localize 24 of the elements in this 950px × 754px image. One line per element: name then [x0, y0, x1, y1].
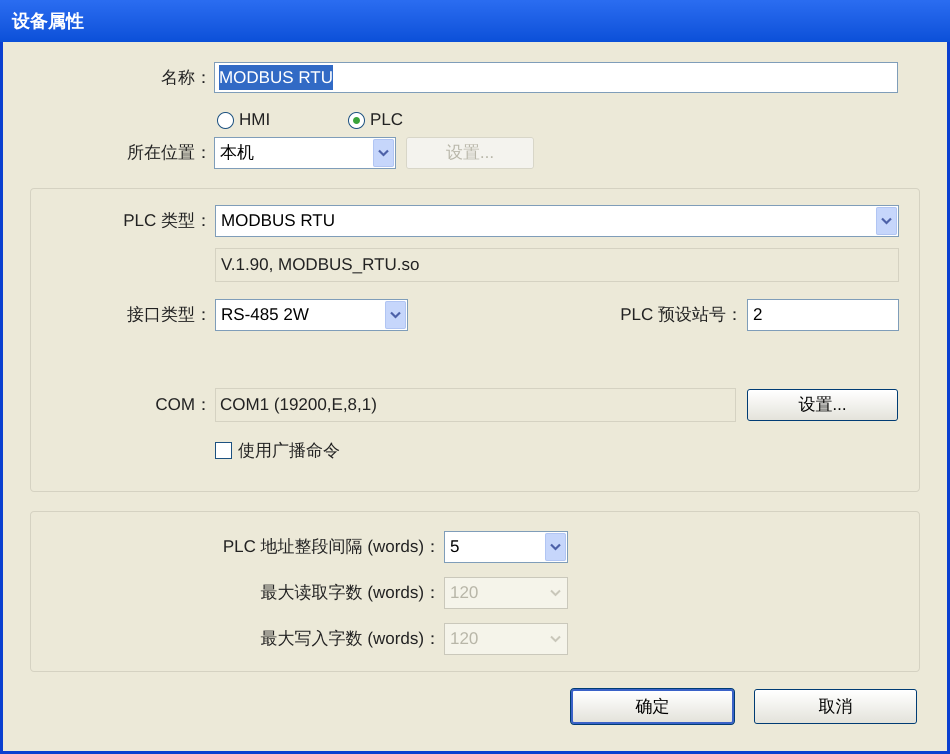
station-field[interactable]: 2 — [747, 299, 899, 331]
radio-option[interactable]: PLC — [348, 107, 404, 133]
location-dropdown[interactable]: 本机 — [214, 137, 396, 169]
name-field[interactable]: MODBUS RTU — [214, 62, 898, 93]
plc-type-dropdown[interactable]: MODBUS RTU — [215, 205, 899, 237]
field-label: 名称： — [161, 66, 212, 89]
interface-dropdown[interactable]: RS-485 2W — [215, 299, 408, 331]
settings-button[interactable]: 设置... — [747, 389, 898, 421]
window-title: 设备属性 — [12, 10, 84, 32]
com-field: COM1 (19200,E,8,1) — [215, 388, 736, 422]
dialog-button[interactable]: 取消 — [754, 689, 917, 724]
broadcast-checkbox[interactable]: 使用广播命令 — [215, 438, 340, 464]
words-dropdown[interactable]: 5 — [444, 531, 568, 563]
field-label: PLC 地址整段间隔 (words)： — [222, 536, 441, 558]
radio-option[interactable]: HMI — [217, 107, 348, 133]
field-label: PLC 预设站号： — [620, 304, 743, 326]
driver-info-field: V.1.90, MODBUS_RTU.so — [215, 248, 899, 282]
field-label: COM： — [155, 394, 212, 416]
field-label: 所在位置： — [127, 142, 212, 164]
field-label: 接口类型： — [127, 304, 212, 326]
field-label: 最大写入字数 (words)： — [260, 628, 441, 650]
field-label: PLC 类型： — [123, 210, 212, 232]
dialog-button[interactable]: 确定 — [571, 689, 734, 724]
field-label: 最大读取字数 (words)： — [260, 582, 441, 604]
